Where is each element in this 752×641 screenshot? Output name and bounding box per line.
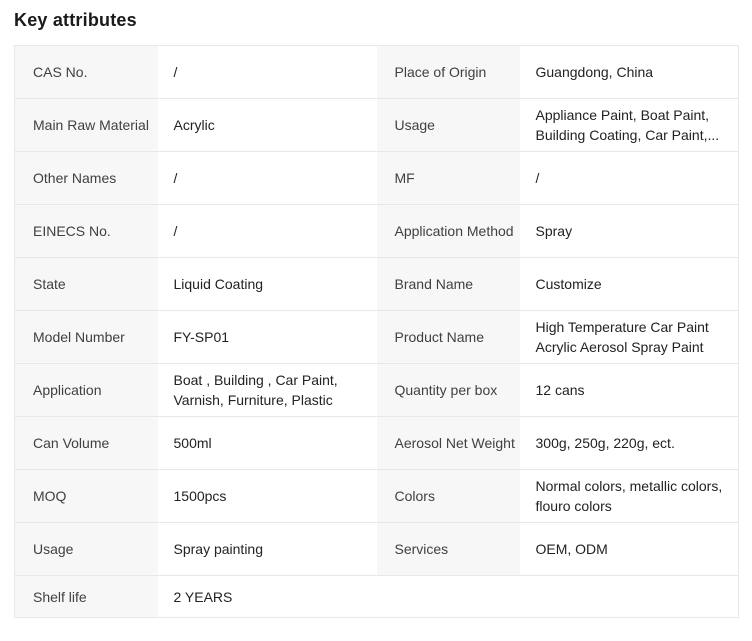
attr-label-cell: MOQ <box>15 470 158 523</box>
attr-value-cell: Spray painting <box>158 523 377 576</box>
attr-label-cell: State <box>15 258 158 311</box>
table-row: CAS No. / Place of Origin Guangdong, Chi… <box>15 46 739 99</box>
attr-label-cell: Aerosol Net Weight <box>377 417 520 470</box>
attr-value-cell: / <box>158 205 377 258</box>
attr-label-cell: Can Volume <box>15 417 158 470</box>
key-attributes-section: Key attributes CAS No. / Place of Origin… <box>0 0 752 641</box>
attr-value-cell: Acrylic <box>158 99 377 152</box>
attr-label-cell: Main Raw Material <box>15 99 158 152</box>
section-title: Key attributes <box>14 0 738 31</box>
attr-value-cell: OEM, ODM <box>520 523 739 576</box>
attr-label-cell: Model Number <box>15 311 158 364</box>
table-row: State Liquid Coating Brand Name Customiz… <box>15 258 739 311</box>
attr-label-cell: Application <box>15 364 158 417</box>
table-row: MOQ 1500pcs Colors Normal colors, metall… <box>15 470 739 523</box>
attr-value-cell: / <box>158 152 377 205</box>
attr-value-cell: 12 cans <box>520 364 739 417</box>
attr-value-cell: 1500pcs <box>158 470 377 523</box>
empty-cell <box>377 576 739 618</box>
attr-label-cell: Usage <box>15 523 158 576</box>
table-row: Shelf life 2 YEARS <box>15 576 739 618</box>
attr-value-cell: Normal colors, metallic colors, flouro c… <box>520 470 739 523</box>
attr-value-cell: Appliance Paint, Boat Paint, Building Co… <box>520 99 739 152</box>
attr-value-cell: Guangdong, China <box>520 46 739 99</box>
attr-value-cell: Boat , Building , Car Paint, Varnish, Fu… <box>158 364 377 417</box>
attr-label-cell: Other Names <box>15 152 158 205</box>
attr-label-cell: EINECS No. <box>15 205 158 258</box>
attr-label-cell: Product Name <box>377 311 520 364</box>
table-row: Other Names / MF / <box>15 152 739 205</box>
attr-label-cell: CAS No. <box>15 46 158 99</box>
attr-label-cell: MF <box>377 152 520 205</box>
attr-value-cell: FY-SP01 <box>158 311 377 364</box>
attr-value-cell: / <box>520 152 739 205</box>
attr-value-cell: High Temperature Car Paint Acrylic Aeros… <box>520 311 739 364</box>
attr-value-cell: Customize <box>520 258 739 311</box>
attr-value-cell: Liquid Coating <box>158 258 377 311</box>
attr-label-cell: Brand Name <box>377 258 520 311</box>
attr-label-cell: Application Method <box>377 205 520 258</box>
table-row: Usage Spray painting Services OEM, ODM <box>15 523 739 576</box>
attr-label-cell: Shelf life <box>15 576 158 618</box>
attr-label-cell: Quantity per box <box>377 364 520 417</box>
attr-label-cell: Usage <box>377 99 520 152</box>
table-row: Can Volume 500ml Aerosol Net Weight 300g… <box>15 417 739 470</box>
table-row: Model Number FY-SP01 Product Name High T… <box>15 311 739 364</box>
attr-value-cell: 500ml <box>158 417 377 470</box>
table-row: Application Boat , Building , Car Paint,… <box>15 364 739 417</box>
attr-value-cell: 300g, 250g, 220g, ect. <box>520 417 739 470</box>
attr-value-cell: 2 YEARS <box>158 576 377 618</box>
table-row: EINECS No. / Application Method Spray <box>15 205 739 258</box>
attr-label-cell: Services <box>377 523 520 576</box>
attr-label-cell: Colors <box>377 470 520 523</box>
attr-label-cell: Place of Origin <box>377 46 520 99</box>
attr-value-cell: / <box>158 46 377 99</box>
attr-value-cell: Spray <box>520 205 739 258</box>
attributes-table: CAS No. / Place of Origin Guangdong, Chi… <box>14 45 739 618</box>
table-row: Main Raw Material Acrylic Usage Applianc… <box>15 99 739 152</box>
